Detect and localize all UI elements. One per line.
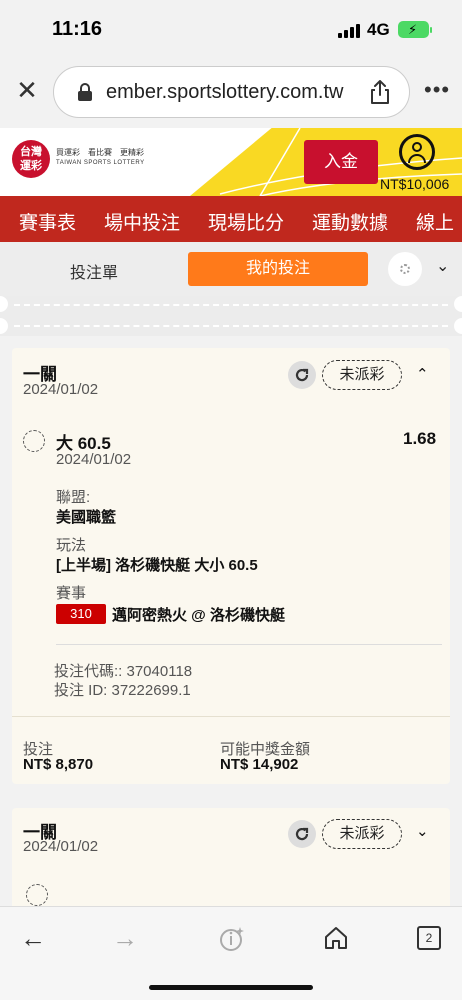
main-nav: 賽事表 場中投注 現場比分 運動數據 線上 — [0, 196, 462, 242]
market-label: 玩法 — [56, 537, 87, 554]
forward-icon[interactable]: → — [112, 923, 138, 953]
league-value: 美國職籃 — [56, 509, 117, 526]
event-label: 賽事 — [56, 585, 87, 602]
more-icon[interactable]: ••• — [424, 76, 450, 104]
info-sparkle-icon[interactable] — [218, 925, 246, 953]
bet-card: 一關 2024/01/02 未派彩 ⌃ 大 60.5 2024/01/02 1.… — [12, 348, 450, 784]
refresh-button[interactable] — [288, 361, 316, 389]
logo-tagline: 買運彩 看比賽 更精彩 TAIWAN SPORTS LOTTERY — [56, 148, 145, 166]
back-icon[interactable]: ← — [20, 923, 46, 953]
battery-icon: ⚡ — [398, 21, 432, 38]
nav-item-live-scores[interactable]: 現場比分 — [208, 208, 284, 235]
bet-date: 2024/01/02 — [23, 838, 99, 855]
account-balance: NT$10,006 — [380, 176, 450, 192]
divider — [12, 716, 450, 717]
status-bar: 11:16 4G ⚡ — [0, 0, 462, 58]
site-header: 台灣 運彩 買運彩 看比賽 更精彩 TAIWAN SPORTS LOTTERY … — [0, 128, 462, 196]
nav-item-online[interactable]: 線上 — [416, 208, 454, 235]
site-logo[interactable]: 台灣 運彩 — [12, 140, 50, 178]
league-label: 聯盟: — [56, 489, 91, 506]
bet-tabs: 投注單 我的投注 ⌄ — [0, 242, 462, 296]
tabs-button[interactable]: 2 — [417, 926, 441, 950]
deposit-button[interactable]: 入金 — [304, 140, 378, 184]
selection-radio[interactable] — [26, 884, 48, 906]
address-bar[interactable]: ember.sportslottery.com.tw — [53, 66, 410, 118]
bet-id: 投注 ID: 37222699.1 — [54, 682, 191, 699]
close-icon[interactable]: ✕ — [13, 76, 41, 104]
refresh-icon — [295, 368, 309, 382]
payout-value: NT$ 14,902 — [220, 756, 299, 773]
market-value: [上半場] 洛杉磯快艇 大小 60.5 — [56, 557, 258, 574]
event-code-badge: 310 — [56, 604, 106, 624]
url-text: ember.sportslottery.com.tw — [106, 81, 344, 103]
settings-button[interactable] — [388, 252, 422, 286]
chevron-down-icon[interactable]: ⌄ — [416, 822, 429, 840]
home-icon[interactable] — [323, 925, 349, 951]
tab-bet-slip[interactable]: 投注單 — [70, 259, 118, 283]
lock-icon — [78, 83, 92, 101]
share-icon[interactable] — [368, 79, 392, 105]
event-value: 邁阿密熱火 @ 洛杉磯快艇 — [112, 607, 285, 624]
home-indicator — [149, 985, 313, 990]
stake-value: NT$ 8,870 — [23, 756, 94, 773]
selection-date: 2024/01/02 — [56, 451, 132, 468]
nav-item-schedule[interactable]: 賽事表 — [19, 208, 76, 235]
chevron-up-icon[interactable]: ⌃ — [416, 365, 429, 383]
odds-value: 1.68 — [403, 429, 437, 448]
user-icon[interactable] — [399, 134, 435, 170]
nav-item-live-betting[interactable]: 場中投注 — [104, 208, 180, 235]
refresh-button[interactable] — [288, 820, 316, 848]
browser-bottom-bar: ← → 2 — [0, 906, 462, 1000]
status-badge: 未派彩 — [322, 360, 402, 390]
ticket-separator — [0, 296, 462, 336]
browser-toolbar: ✕ ember.sportslottery.com.tw ••• — [0, 58, 462, 128]
bet-card: 一關 2024/01/02 未派彩 ⌄ — [12, 808, 450, 906]
nav-item-sports-data[interactable]: 運動數據 — [312, 208, 388, 235]
selection-radio[interactable] — [23, 430, 45, 452]
chevron-down-icon[interactable]: ⌄ — [436, 256, 449, 276]
signal-icon — [338, 24, 360, 38]
bet-code: 投注代碼:: 37040118 — [54, 663, 193, 680]
status-badge: 未派彩 — [322, 819, 402, 849]
status-time: 11:16 — [52, 18, 103, 40]
refresh-icon — [295, 827, 309, 841]
network-type: 4G — [367, 20, 390, 39]
gear-icon — [400, 264, 410, 274]
bet-date: 2024/01/02 — [23, 381, 99, 398]
tab-my-bets[interactable]: 我的投注 — [188, 252, 368, 286]
divider — [56, 644, 442, 645]
